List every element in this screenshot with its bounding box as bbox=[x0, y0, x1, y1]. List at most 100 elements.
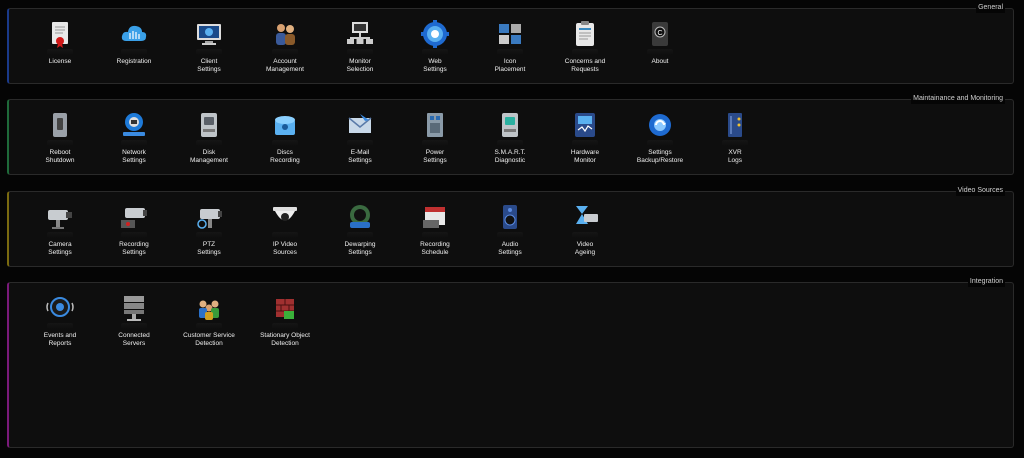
icon-reflection bbox=[121, 232, 147, 238]
icon-reflection bbox=[572, 232, 598, 238]
menu-item-monitor-selection[interactable]: Monitor Selection bbox=[325, 19, 395, 74]
icon-reflection bbox=[196, 49, 222, 55]
menu-item-power-settings[interactable]: Power Settings bbox=[400, 110, 470, 165]
maintenance-items: Reboot Shutdown Network Settings Disk Mana… bbox=[9, 100, 1013, 174]
events-icon bbox=[45, 293, 75, 323]
menu-item-recording-settings[interactable]: Recording Settings bbox=[99, 202, 169, 257]
icon-reflection bbox=[196, 232, 222, 238]
schedule-icon bbox=[420, 202, 450, 232]
integration-panel: Integration Events and Reports Connected … bbox=[7, 277, 1014, 448]
menu-item-label: Network Settings bbox=[122, 149, 146, 164]
icon-reflection bbox=[497, 49, 523, 55]
video-items: Camera Settings Recording Settings PTZ Set… bbox=[9, 192, 1013, 266]
general-items: License Registration Client Settings Accoun… bbox=[9, 9, 1013, 83]
menu-item-license[interactable]: License bbox=[25, 19, 95, 66]
menu-item-recording-schedule[interactable]: Recording Schedule bbox=[400, 202, 470, 257]
menu-item-label: Icon Placement bbox=[494, 58, 526, 73]
menu-item-label: About bbox=[651, 58, 669, 65]
menu-item-web-settings[interactable]: Web Settings bbox=[400, 19, 470, 74]
menu-item-label: Connected Servers bbox=[118, 332, 150, 347]
icon-reflection bbox=[121, 323, 147, 329]
menu-item-video-ageing[interactable]: Video Ageing bbox=[550, 202, 620, 257]
menu-item-discs-recording[interactable]: Discs Recording bbox=[250, 110, 320, 165]
dome-camera-icon bbox=[270, 202, 300, 232]
menu-item-label: Disk Management bbox=[190, 149, 228, 164]
fisheye-camera-icon bbox=[345, 202, 375, 232]
menu-item-client-settings[interactable]: Client Settings bbox=[174, 19, 244, 74]
icon-reflection bbox=[422, 140, 448, 146]
icon-reflection bbox=[572, 140, 598, 146]
menu-item-hardware-monitor[interactable]: Hardware Monitor bbox=[550, 110, 620, 165]
menu-item-label: Power Settings bbox=[423, 149, 447, 164]
hardware-monitor-icon bbox=[570, 110, 600, 140]
icon-reflection bbox=[196, 323, 222, 329]
brick-icon bbox=[270, 293, 300, 323]
menu-item-connected-servers[interactable]: Connected Servers bbox=[99, 293, 169, 348]
menu-item-label: Discs Recording bbox=[270, 149, 300, 164]
menu-item-label: Settings Backup/Restore bbox=[636, 149, 684, 164]
icon-reflection bbox=[47, 232, 73, 238]
info-box-icon: C bbox=[645, 19, 675, 49]
menu-item-concerns-and-requests[interactable]: Concerns and Requests bbox=[550, 19, 620, 74]
camera-icon bbox=[45, 202, 75, 232]
power-switch-icon bbox=[45, 110, 75, 140]
icon-reflection bbox=[497, 232, 523, 238]
menu-item-customer-service-detection[interactable]: Customer Service Detection bbox=[174, 293, 244, 348]
icon-reflection bbox=[121, 140, 147, 146]
menu-item-label: S.M.A.R.T. Diagnostic bbox=[494, 149, 526, 164]
users-icon bbox=[270, 19, 300, 49]
menu-item-about[interactable]: C About bbox=[625, 19, 695, 66]
customers-icon bbox=[194, 293, 224, 323]
icon-reflection bbox=[572, 49, 598, 55]
menu-item-settings-backup-restore[interactable]: Settings Backup/Restore bbox=[625, 110, 695, 165]
icon-reflection bbox=[647, 49, 673, 55]
menu-item-label: Reboot Shutdown bbox=[45, 149, 75, 164]
servers-icon bbox=[119, 293, 149, 323]
menu-item-label: XVR Logs bbox=[727, 149, 743, 164]
menu-item-label: PTZ Settings bbox=[197, 241, 221, 256]
menu-item-label: Events and Reports bbox=[43, 332, 77, 347]
icon-reflection bbox=[497, 140, 523, 146]
video-sources-panel: Video Sources Camera Settings Recording S… bbox=[7, 186, 1014, 267]
menu-item-audio-settings[interactable]: Audio Settings bbox=[475, 202, 545, 257]
menu-item-ptz-settings[interactable]: PTZ Settings bbox=[174, 202, 244, 257]
speaker-icon bbox=[495, 202, 525, 232]
menu-item-icon-placement[interactable]: Icon Placement bbox=[475, 19, 545, 74]
menu-item-label: Customer Service Detection bbox=[183, 332, 235, 347]
icon-reflection bbox=[196, 140, 222, 146]
menu-item-registration[interactable]: Registration bbox=[99, 19, 169, 66]
menu-item-label: Web Settings bbox=[423, 58, 447, 73]
icon-reflection bbox=[272, 140, 298, 146]
network-monitor-icon bbox=[345, 19, 375, 49]
hard-disk-icon bbox=[194, 110, 224, 140]
menu-item-label: Account Management bbox=[266, 58, 304, 73]
menu-item-ip-video-sources[interactable]: IP Video Sources bbox=[250, 202, 320, 257]
menu-item-label: Recording Settings bbox=[119, 241, 149, 256]
menu-item-s-m-a-r-t-diagnostic[interactable]: S.M.A.R.T. Diagnostic bbox=[475, 110, 545, 165]
hourglass-camera-icon bbox=[570, 202, 600, 232]
icon-reflection bbox=[347, 140, 373, 146]
menu-item-xvr-logs[interactable]: XVR Logs bbox=[700, 110, 770, 165]
integration-items: Events and Reports Connected Servers Custo… bbox=[9, 283, 1013, 447]
menu-item-stationary-object-detection[interactable]: Stationary Object Detection bbox=[250, 293, 320, 348]
icon-reflection bbox=[347, 232, 373, 238]
menu-item-label: Monitor Selection bbox=[346, 58, 374, 73]
icon-reflection bbox=[272, 323, 298, 329]
icon-reflection bbox=[272, 49, 298, 55]
menu-item-e-mail-settings[interactable]: E-Mail Settings bbox=[325, 110, 395, 165]
menu-item-label: E-Mail Settings bbox=[348, 149, 372, 164]
menu-item-dewarping-settings[interactable]: Dewarping Settings bbox=[325, 202, 395, 257]
general-panel: General License Registration Client Settin… bbox=[7, 3, 1014, 84]
icon-reflection bbox=[47, 323, 73, 329]
svg-text:C: C bbox=[657, 30, 662, 37]
disc-recording-icon bbox=[270, 110, 300, 140]
menu-item-disk-management[interactable]: Disk Management bbox=[174, 110, 244, 165]
menu-item-account-management[interactable]: Account Management bbox=[250, 19, 320, 74]
menu-item-reboot-shutdown[interactable]: Reboot Shutdown bbox=[25, 110, 95, 165]
monitor-gear-icon bbox=[194, 19, 224, 49]
menu-item-events-and-reports[interactable]: Events and Reports bbox=[25, 293, 95, 348]
menu-item-network-settings[interactable]: Network Settings bbox=[99, 110, 169, 165]
menu-item-label: Stationary Object Detection bbox=[260, 332, 310, 347]
menu-item-label: Client Settings bbox=[197, 58, 221, 73]
menu-item-camera-settings[interactable]: Camera Settings bbox=[25, 202, 95, 257]
